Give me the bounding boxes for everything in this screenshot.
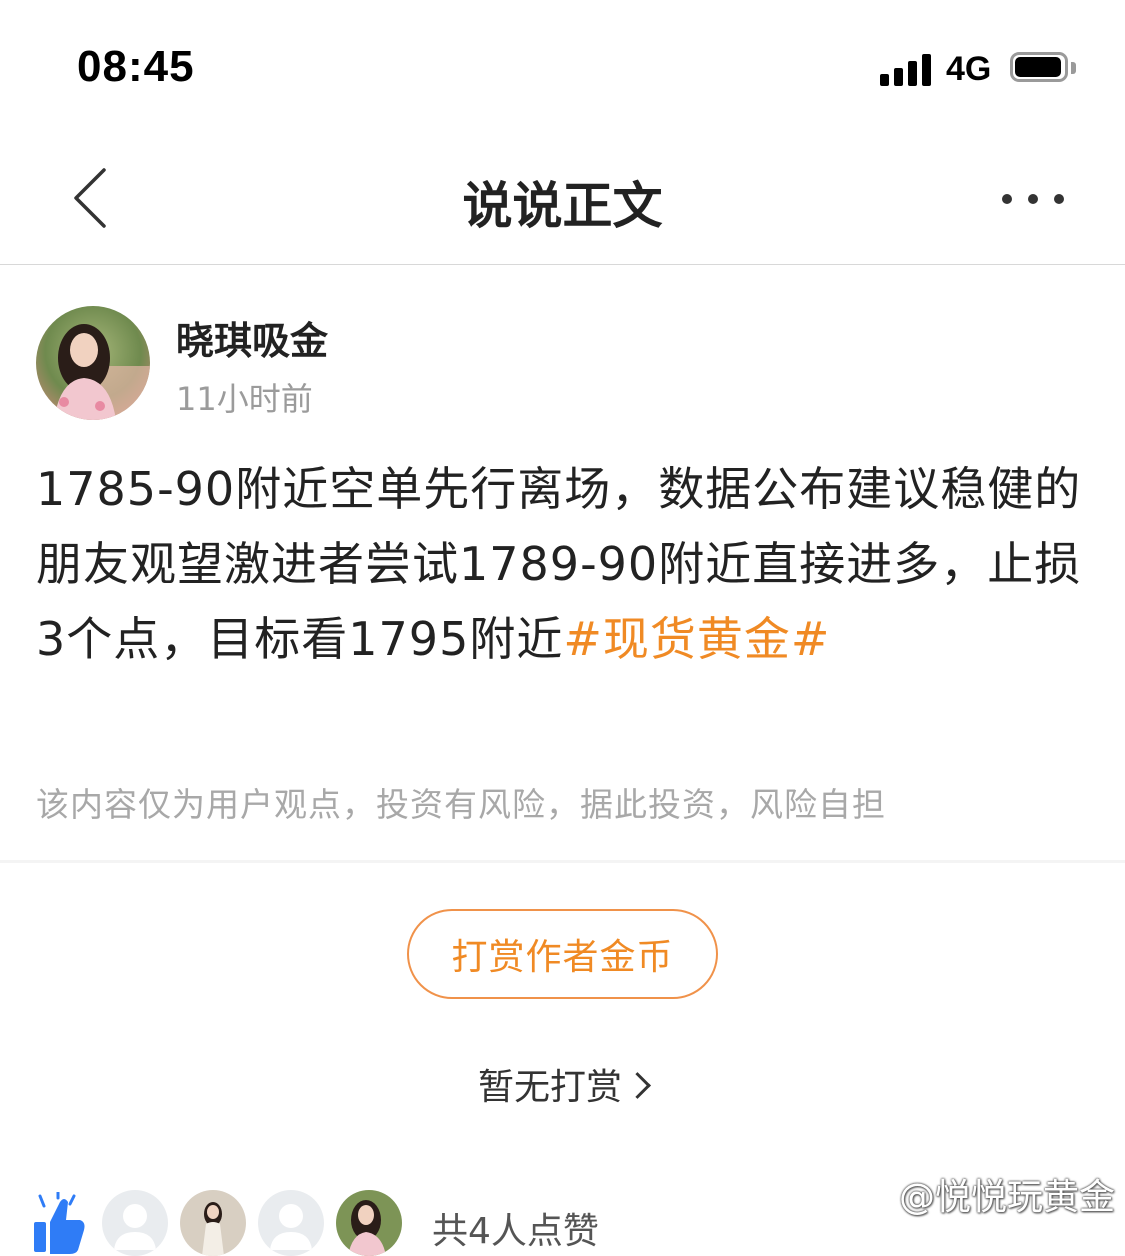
topic-tag[interactable]: #现货黄金#	[563, 612, 830, 666]
network-type: 4G	[946, 50, 992, 88]
likes-count[interactable]: 共4人点赞	[432, 1202, 599, 1254]
tip-author-button[interactable]: 打赏作者金币	[407, 909, 718, 999]
liker-avatar[interactable]	[180, 1190, 246, 1256]
status-bar: 08:45 4G	[0, 0, 1125, 130]
post-text: 1785-90附近空单先行离场，数据公布建议稳健的朋友观望激进者尝试1789-9…	[36, 462, 1082, 666]
no-tips-label: 暂无打赏	[477, 1067, 622, 1108]
tips-list-link[interactable]: 暂无打赏	[0, 1058, 1125, 1110]
nav-bar: 说说正文	[0, 130, 1125, 265]
liker-avatar[interactable]	[258, 1190, 324, 1256]
more-button[interactable]	[990, 180, 1080, 220]
watermark: @悦悦玩黄金	[898, 1177, 1115, 1218]
signal-icon	[880, 52, 936, 86]
section-divider	[0, 860, 1125, 863]
thumbs-up-icon[interactable]	[30, 1192, 86, 1256]
risk-disclaimer: 该内容仅为用户观点，投资有风险，据此投资，风险自担	[36, 785, 886, 824]
author-name[interactable]: 晓琪吸金	[176, 310, 328, 365]
post-time: 11小时前	[176, 380, 313, 418]
status-time: 08:45	[77, 42, 195, 91]
chevron-right-icon	[624, 1072, 651, 1099]
author-header: 晓琪吸金 11小时前	[36, 306, 636, 426]
post-content: 1785-90附近空单先行离场，数据公布建议稳健的朋友观望激进者尝试1789-9…	[36, 452, 1096, 677]
battery-icon	[1010, 52, 1076, 84]
liker-avatar[interactable]	[102, 1190, 168, 1256]
more-icon	[1002, 194, 1012, 204]
liker-avatar[interactable]	[336, 1190, 402, 1256]
page-title: 说说正文	[462, 177, 663, 235]
author-avatar[interactable]	[36, 306, 150, 420]
